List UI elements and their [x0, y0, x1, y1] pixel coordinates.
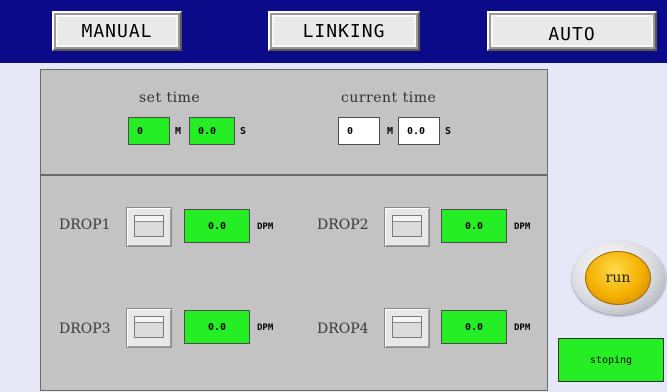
drop3-toggle[interactable] [126, 308, 172, 348]
set-time-caption: set time [139, 90, 201, 106]
current-minutes-field: 0 [338, 117, 380, 145]
set-minutes-field[interactable]: 0 [128, 117, 170, 145]
drop3-value: 0.0 [184, 310, 250, 344]
drop3-label: DROP3 [59, 321, 111, 337]
current-seconds-field: 0.0 [398, 117, 440, 145]
current-seconds-unit: S [445, 126, 452, 137]
drop2-toggle[interactable] [384, 207, 430, 247]
drop1-unit: DPM [257, 222, 274, 232]
drop1-value: 0.0 [184, 209, 250, 243]
current-minutes-unit: M [387, 126, 394, 137]
time-panel: set time current time 0 M 0.0 S 0 M 0.0 … [40, 69, 548, 175]
run-button[interactable]: run [572, 241, 666, 315]
drop1-toggle[interactable] [126, 207, 172, 247]
drop4-unit: DPM [514, 323, 531, 333]
drop2-unit: DPM [514, 222, 531, 232]
linking-mode-button[interactable]: LINKING [268, 11, 420, 51]
drop1-label: DROP1 [59, 217, 111, 233]
drops-panel: DROP1 0.0 DPM DROP2 0.0 DPM DROP3 0.0 DP… [40, 175, 548, 391]
current-time-caption: current time [341, 90, 437, 106]
set-seconds-field[interactable]: 0.0 [189, 117, 235, 145]
drop2-value: 0.0 [441, 209, 507, 243]
drop4-value: 0.0 [441, 310, 507, 344]
drop3-unit: DPM [257, 323, 274, 333]
set-seconds-unit: S [240, 126, 247, 137]
drop4-toggle[interactable] [384, 308, 430, 348]
status-indicator: stoping [558, 338, 664, 382]
manual-mode-button[interactable]: MANUAL [52, 11, 182, 51]
drop2-label: DROP2 [317, 217, 369, 233]
run-button-label: run [585, 251, 651, 305]
auto-mode-button[interactable]: AUTO [487, 11, 657, 51]
mode-header: MANUAL LINKING AUTO [0, 0, 667, 63]
drop4-label: DROP4 [317, 321, 369, 337]
set-minutes-unit: M [175, 126, 182, 137]
